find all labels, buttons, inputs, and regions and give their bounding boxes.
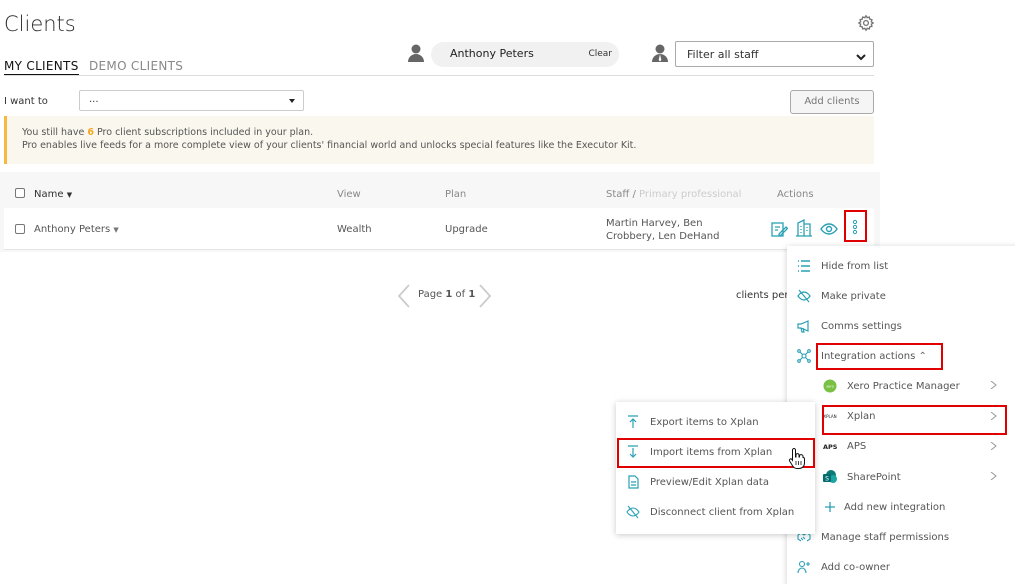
clients-per-page-label: clients per: [736, 290, 789, 301]
i-want-label: I want to: [4, 96, 48, 107]
menu-item-label: Comms settings: [821, 321, 902, 332]
staff-icon: [651, 43, 669, 63]
menu-item-label: Add new integration: [844, 502, 946, 513]
next-page-icon[interactable]: [478, 284, 492, 308]
staff-filter-select[interactable]: Filter all staff: [675, 41, 874, 67]
building-icon[interactable]: [795, 218, 813, 237]
eye-off-icon: [797, 289, 811, 303]
banner-line-1: You still have 6 Pro client subscription…: [22, 127, 314, 138]
highlight-integration-actions: [816, 343, 943, 370]
chevron-right-icon: [990, 381, 997, 389]
highlight-xplan: [822, 405, 1007, 435]
client-view: Wealth: [337, 224, 372, 235]
staff-filter-value: Filter all staff: [687, 48, 759, 61]
tabs-divider: [4, 75, 874, 76]
menu-item-label: Make private: [821, 291, 886, 302]
page-title: Clients: [4, 12, 76, 36]
hand-cursor-icon: [788, 447, 806, 469]
submenu-item-label: Preview/Edit Xplan data: [650, 477, 769, 488]
svg-text:APS: APS: [823, 443, 837, 451]
sharepoint-icon: S: [823, 470, 837, 483]
menu-item-label: Add co-owner: [821, 562, 891, 573]
submenu-item-label: Export items to Xplan: [650, 417, 759, 428]
menu-item-label: Manage staff permissions: [821, 532, 950, 543]
menu-item-label: Hide from list: [821, 261, 889, 272]
table-row: [4, 208, 874, 250]
gear-icon[interactable]: [857, 14, 875, 32]
submenu-item-label: Disconnect client from Xplan: [650, 507, 795, 518]
document-icon: [628, 475, 639, 489]
pro-subscription-banner: You still have 6 Pro client subscription…: [4, 116, 874, 164]
clear-button[interactable]: Clear: [588, 49, 612, 59]
svg-text:S: S: [825, 476, 829, 483]
integration-icon: [797, 349, 811, 363]
chevron-right-icon: [990, 472, 997, 480]
add-user-icon: [797, 560, 810, 574]
page-indicator: Page 1 of 1: [418, 289, 476, 300]
select-all-checkbox[interactable]: [15, 188, 25, 198]
edit-icon[interactable]: [770, 220, 789, 238]
actions-column-header: Actions: [777, 189, 814, 200]
highlight-more-actions: [844, 210, 867, 242]
aps-icon: APS: [823, 443, 837, 451]
banner-line-2: Pro enables live feeds for a more comple…: [22, 140, 637, 151]
view-eye-icon[interactable]: [820, 220, 838, 238]
menu-item-label: SharePoint: [847, 472, 901, 483]
menu-item-label: APS: [847, 441, 867, 452]
caret-down-icon: [289, 99, 295, 103]
tab-my-clients[interactable]: MY CLIENTS: [4, 59, 79, 76]
prev-page-icon[interactable]: [397, 284, 411, 308]
i-want-select[interactable]: ...: [79, 90, 304, 111]
pagination: Page 1 of 1: [397, 282, 493, 310]
upgrade-link[interactable]: Upgrade: [445, 224, 488, 235]
megaphone-icon: [797, 320, 809, 333]
client-staff: Martin Harvey, Ben Crobbery, Len DeHand: [606, 218, 720, 242]
plan-column-header: Plan: [445, 189, 467, 200]
add-clients-button[interactable]: Add clients: [790, 90, 874, 114]
highlight-import-items: [617, 438, 815, 468]
svg-text:xero: xero: [826, 385, 834, 389]
xplan-submenu: Export items to Xplan Import items from …: [616, 402, 815, 534]
name-column-header[interactable]: Name ▼: [34, 189, 72, 200]
row-checkbox[interactable]: [15, 224, 25, 234]
disconnect-icon: [626, 505, 640, 519]
plus-icon: [825, 502, 835, 512]
xero-icon: xero: [823, 379, 837, 393]
client-filter-value: Anthony Peters: [450, 47, 534, 60]
user-icon: [407, 43, 425, 63]
client-filter[interactable]: Anthony Peters Clear: [431, 42, 619, 67]
chevron-down-icon: [855, 48, 867, 61]
staff-column-header: Staff / Primary professional: [606, 189, 742, 200]
i-want-value: ...: [89, 94, 99, 105]
list-icon: [798, 260, 810, 272]
upload-icon: [628, 415, 638, 428]
client-name-link[interactable]: Anthony Peters ▼: [34, 224, 119, 235]
chevron-right-icon: [990, 442, 997, 450]
tab-demo-clients[interactable]: DEMO CLIENTS: [89, 59, 183, 73]
view-column-header: View: [337, 189, 361, 200]
menu-item-label: Xero Practice Manager: [847, 381, 960, 392]
